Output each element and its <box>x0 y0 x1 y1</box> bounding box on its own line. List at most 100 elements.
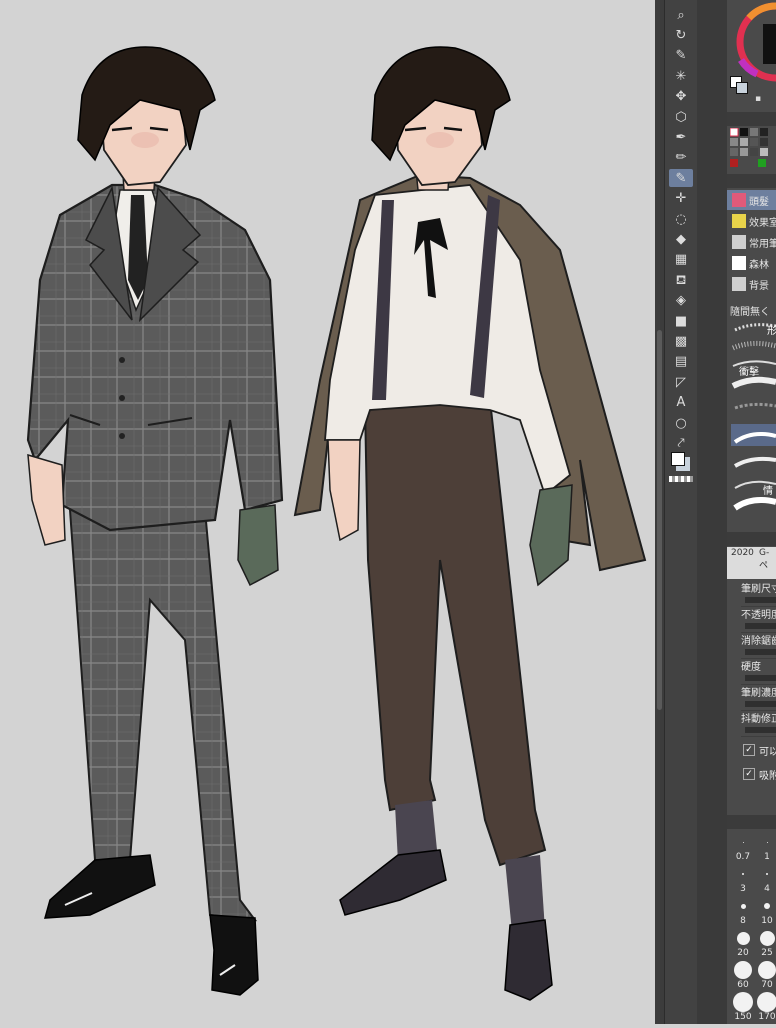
brush-size-dot[interactable] <box>766 841 768 843</box>
frame-icon[interactable]: ▤ <box>669 353 693 371</box>
brush-size-dot[interactable] <box>742 841 744 843</box>
figure-icon[interactable]: ▩ <box>669 332 693 350</box>
brush-size-dot[interactable] <box>736 931 750 945</box>
brush-size-label: 170 <box>758 1012 776 1022</box>
brush-size-dot[interactable] <box>757 992 776 1012</box>
correct-line-icon[interactable]: ⤤ <box>669 434 693 452</box>
property-checkbox-2[interactable]: ✓ 吸附 <box>743 766 776 782</box>
common-pen-icon <box>732 235 746 249</box>
property-slider[interactable] <box>745 597 776 603</box>
subtool-group-1[interactable]: 頭髮 <box>727 190 776 210</box>
ruler-icon[interactable]: ◸ <box>669 373 693 391</box>
pen-icon[interactable]: ✒ <box>669 128 693 146</box>
palette-divider <box>697 0 727 1024</box>
brush-size-header <box>727 815 776 829</box>
brush-size-label: 70 <box>761 980 773 990</box>
brush-size-dot[interactable] <box>740 903 746 909</box>
move-icon[interactable]: ✥ <box>669 88 693 106</box>
brush-size-dot[interactable] <box>766 873 768 875</box>
property-slider[interactable] <box>745 727 776 733</box>
brush-item-label-3: 情 <box>763 486 773 497</box>
checkbox-label: 吸附 <box>759 770 776 782</box>
brush-preview: 2020 G-ペ <box>727 547 776 579</box>
property-2[interactable]: 不透明度 <box>741 606 776 633</box>
property-slider[interactable] <box>745 675 776 681</box>
rotate-icon[interactable]: ↻ <box>669 26 693 44</box>
figure-suspenders-cape <box>293 46 647 1001</box>
sub-tool-panel: ▪ 頭髮 效果室 常用筆 森林 背景 隨間無く 形 衝擊 情 2020 G-ペ … <box>727 0 776 1024</box>
brush-size-label: 4 <box>764 884 770 894</box>
brush-size-label: 150 <box>734 1012 752 1022</box>
zoom-icon[interactable]: ⌕ <box>669 6 693 24</box>
eyedropper-icon[interactable]: ✎ <box>669 47 693 65</box>
brush-size-label: 10 <box>761 916 773 926</box>
property-3[interactable]: 消除鋸齒 <box>741 632 776 659</box>
property-4[interactable]: 硬度 <box>741 658 776 685</box>
subtool-group-4[interactable]: 森林 <box>727 253 776 273</box>
sub-tool-header <box>727 174 776 188</box>
subtool-group-label: 頭髮 <box>749 196 769 208</box>
toolbar-color-swatch[interactable] <box>671 452 685 466</box>
brush-size-label: 0.7 <box>735 852 751 862</box>
property-6[interactable]: 抖動修正 <box>741 710 776 737</box>
brush-size-label: 3 <box>740 884 746 894</box>
subtool-group-label: 常用筆 <box>749 238 776 250</box>
property-label: 不透明度 <box>741 610 776 621</box>
checkbox-icon[interactable]: ✓ <box>743 768 755 780</box>
brush-item-label-2: 衝擊 <box>739 367 759 378</box>
fill-bucket-icon[interactable]: ⛾ <box>669 271 693 289</box>
property-1[interactable]: 筆刷尺寸 <box>741 580 776 607</box>
property-slider[interactable] <box>745 623 776 629</box>
canvas-scrollbar[interactable] <box>655 0 664 1024</box>
text-icon[interactable]: A <box>669 394 693 412</box>
brush-icon[interactable]: ✎ <box>669 169 693 188</box>
subtool-group-5[interactable]: 背景 <box>727 274 776 294</box>
drawing-canvas[interactable] <box>0 0 655 1024</box>
brush-size-dot[interactable] <box>734 961 752 979</box>
transparent-color-icon[interactable] <box>669 476 693 482</box>
property-label: 硬度 <box>741 662 761 673</box>
color-set-grid[interactable] <box>730 128 776 170</box>
airbrush-icon[interactable]: ✛ <box>669 190 693 208</box>
subtool-group-label: 效果室 <box>749 217 776 229</box>
brush-size-label: 25 <box>761 948 773 958</box>
brush-preview-label-2020: 2020 <box>731 548 754 558</box>
brush-size-dot[interactable] <box>764 903 770 909</box>
brush-list-title: 隨間無く <box>730 306 770 318</box>
effect-brush-icon <box>732 214 746 228</box>
pencil-icon[interactable]: ✏ <box>669 149 693 167</box>
operation-icon[interactable]: ⬡ <box>669 108 693 126</box>
property-5[interactable]: 筆刷濃度 <box>741 684 776 711</box>
property-label: 消除鋸齒 <box>741 636 776 647</box>
brush-size-dot[interactable] <box>742 873 744 875</box>
brush-size-dot[interactable] <box>758 961 776 979</box>
lasso-icon[interactable]: ◌ <box>669 210 693 228</box>
subtool-group-3[interactable]: 常用筆 <box>727 232 776 252</box>
canvas-scrollbar-thumb[interactable] <box>657 330 662 710</box>
hair-brush-icon <box>732 193 746 207</box>
subtool-group-2[interactable]: 效果室 <box>727 211 776 231</box>
brush-preview-label-g: G-ペ <box>759 548 770 571</box>
tool-palette: ⌕ ↻ ✎ ✳ ✥ ⬡ ✒ ✏ ✎ ✛ ◌ ◆ ▦ ⛾ ◈ ■ ▩ ▤ ◸ A ○ ⤤ <box>664 0 697 1024</box>
brush-size-dot[interactable] <box>733 992 753 1012</box>
property-slider[interactable] <box>745 649 776 655</box>
character-illustration <box>26 46 647 1001</box>
property-label: 筆刷濃度 <box>741 688 776 699</box>
balloon-icon[interactable]: ○ <box>669 414 693 432</box>
color-mode-icon[interactable]: ▪ <box>755 94 761 104</box>
color-set-header <box>727 112 776 126</box>
property-slider[interactable] <box>745 701 776 707</box>
checkbox-icon[interactable]: ✓ <box>743 744 755 756</box>
brush-size-dot[interactable] <box>759 930 775 946</box>
brush-size-label: 8 <box>740 916 746 926</box>
grid-icon[interactable]: ▦ <box>669 251 693 269</box>
tool-property-header <box>727 532 776 546</box>
sub-color-swatch[interactable] <box>736 82 748 94</box>
eraser-icon[interactable]: ◆ <box>669 230 693 248</box>
property-label: 抖動修正 <box>741 714 776 725</box>
sparkle-icon[interactable]: ✳ <box>669 67 693 85</box>
gradient-icon[interactable]: ■ <box>669 312 693 330</box>
property-checkbox-1[interactable]: ✓ 可以 <box>743 742 776 758</box>
gradient-fill-icon[interactable]: ◈ <box>669 292 693 310</box>
figure-plaid-suit <box>26 46 284 996</box>
